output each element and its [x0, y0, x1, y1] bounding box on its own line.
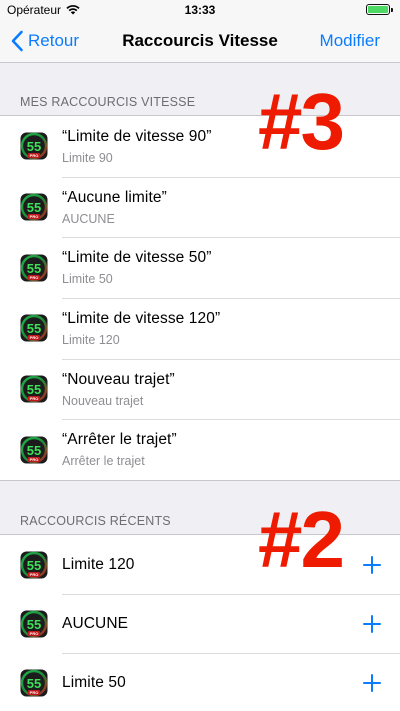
add-shortcut-plus-icon[interactable]: [362, 555, 382, 575]
speedometer-app-icon: 55 PRO: [20, 132, 48, 160]
shortcut-row[interactable]: 55 PRO “Limite de vitesse 50” Limite 50: [0, 237, 400, 298]
svg-text:55: 55: [27, 617, 41, 632]
shortcut-texts: “Aucune limite” AUCUNE: [62, 189, 350, 226]
shortcut-action: AUCUNE: [62, 211, 115, 226]
svg-text:55: 55: [27, 139, 41, 154]
speedometer-app-icon: 55 PRO: [20, 610, 48, 637]
speedometer-app-icon: 55 PRO: [20, 193, 48, 221]
add-shortcut-plus-icon[interactable]: [362, 673, 382, 693]
shortcut-action: Nouveau trajet: [62, 393, 144, 408]
recent-shortcut-title: Limite 50: [62, 673, 126, 691]
shortcut-texts: “Arrêter le trajet” Arrêter le trajet: [62, 431, 350, 468]
shortcut-row[interactable]: 55 PRO “Nouveau trajet” Nouveau trajet: [0, 358, 400, 420]
battery-icon: [366, 4, 393, 15]
svg-text:PRO: PRO: [30, 690, 39, 695]
svg-text:PRO: PRO: [30, 396, 39, 401]
svg-text:PRO: PRO: [30, 457, 39, 462]
svg-text:55: 55: [27, 200, 41, 215]
navigation-bar: Retour Raccourcis Vitesse Modifier: [0, 20, 400, 63]
svg-text:PRO: PRO: [30, 572, 39, 577]
svg-text:55: 55: [27, 382, 41, 397]
shortcut-phrase: “Limite de vitesse 50”: [62, 249, 212, 267]
clock: 13:33: [184, 3, 216, 17]
svg-text:55: 55: [27, 443, 41, 458]
speedometer-app-icon: 55 PRO: [20, 436, 48, 464]
shortcut-row[interactable]: 55 PRO “Aucune limite” AUCUNE: [0, 176, 400, 238]
shortcut-texts: “Limite de vitesse 50” Limite 50: [62, 249, 350, 286]
recent-shortcut-row[interactable]: 55 PRO AUCUNE: [0, 594, 400, 653]
annotation-label-top: #3: [258, 77, 345, 166]
edit-button[interactable]: Modifier: [320, 31, 380, 51]
recent-shortcut-texts: Limite 50: [62, 674, 350, 692]
shortcut-row[interactable]: 55 PRO “Arrêter le trajet” Arrêter le tra…: [0, 419, 400, 480]
svg-text:55: 55: [27, 321, 41, 336]
svg-text:55: 55: [27, 558, 41, 573]
add-shortcut-plus-icon[interactable]: [362, 614, 382, 634]
status-bar: Opérateur 13:33: [0, 0, 400, 20]
section-header-my-shortcuts: MES RACCOURCIS VITESSE: [20, 95, 196, 109]
svg-text:55: 55: [27, 676, 41, 691]
section-header-recent-shortcuts: RACCOURCIS RÉCENTS: [20, 514, 171, 528]
shortcut-phrase: “Aucune limite”: [62, 188, 167, 206]
shortcut-phrase: “Arrêter le trajet”: [62, 431, 177, 449]
speedometer-app-icon: 55 PRO: [20, 314, 48, 342]
speedometer-app-icon: 55 PRO: [20, 551, 48, 578]
shortcut-action: Arrêter le trajet: [62, 454, 145, 469]
svg-text:PRO: PRO: [30, 631, 39, 636]
svg-text:PRO: PRO: [30, 214, 39, 219]
shortcut-texts: “Nouveau trajet” Nouveau trajet: [62, 371, 350, 408]
recent-shortcut-texts: AUCUNE: [62, 615, 350, 633]
speedometer-app-icon: 55 PRO: [20, 669, 48, 696]
speedometer-app-icon: 55 PRO: [20, 375, 48, 403]
svg-text:55: 55: [27, 261, 41, 276]
svg-text:PRO: PRO: [30, 153, 39, 158]
shortcut-phrase: “Nouveau trajet”: [62, 370, 175, 388]
shortcut-row[interactable]: 55 PRO “Limite de vitesse 120” Limite 120: [0, 298, 400, 359]
shortcut-action: Limite 120: [62, 332, 120, 347]
svg-text:PRO: PRO: [30, 275, 39, 280]
shortcut-phrase: “Limite de vitesse 120”: [62, 309, 221, 327]
recent-shortcut-row[interactable]: 55 PRO Limite 50: [0, 653, 400, 711]
my-shortcuts-list: 55 PRO “Limite de vitesse 90” Limite 90 5…: [0, 115, 400, 482]
shortcut-action: Limite 50: [62, 272, 113, 287]
speedometer-app-icon: 55 PRO: [20, 254, 48, 282]
recent-shortcut-title: AUCUNE: [62, 614, 129, 632]
annotation-label-bottom: #2: [258, 495, 345, 584]
svg-text:PRO: PRO: [30, 335, 39, 340]
shortcut-texts: “Limite de vitesse 120” Limite 120: [62, 310, 350, 347]
